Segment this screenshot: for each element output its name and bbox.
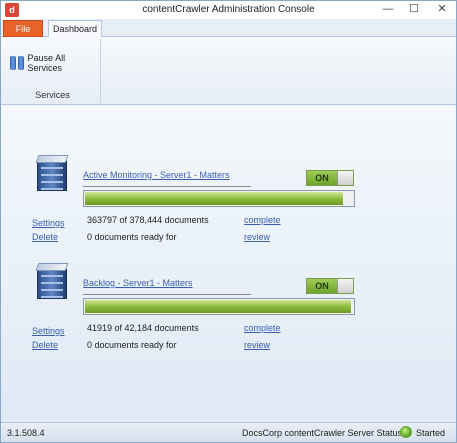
pause-all-services-label: Pause All Services <box>27 53 66 73</box>
progress-fill <box>85 192 343 205</box>
tab-dashboard[interactable]: Dashboard <box>48 20 102 38</box>
monitor-on-toggle[interactable]: ON <box>306 278 354 294</box>
delete-link[interactable]: Delete <box>32 340 58 350</box>
progress-fill <box>85 300 352 313</box>
monitor-card: Active Monitoring - Server1 - Matters ON… <box>1 155 456 255</box>
ribbon-tabs: File Dashboard <box>1 19 456 38</box>
title-divider <box>83 294 251 295</box>
version-label: 3.1.508.4 <box>7 428 45 438</box>
tab-file[interactable]: File <box>3 20 43 37</box>
delete-link[interactable]: Delete <box>32 232 58 242</box>
complete-link[interactable]: complete <box>244 215 281 225</box>
complete-link[interactable]: complete <box>244 323 281 333</box>
server-status-value: Started <box>416 428 446 438</box>
app-window: d contentCrawler Administration Console … <box>0 0 457 443</box>
toggle-on-label: ON <box>307 171 337 185</box>
pause-all-services-button[interactable]: Pause All Services <box>9 53 100 73</box>
server-icon <box>35 263 69 299</box>
server-status-label: DocsCorp contentCrawler Server Status <box>242 428 403 438</box>
monitor-progress-bar <box>83 190 355 207</box>
monitor-title-link[interactable]: Active Monitoring - Server1 - Matters <box>83 170 230 180</box>
ready-count: 0 documents ready for <box>87 340 177 350</box>
maximize-button[interactable]: ☐ <box>403 1 425 19</box>
review-link[interactable]: review <box>244 232 270 242</box>
close-button[interactable]: ✕ <box>429 1 455 19</box>
pause-icon <box>9 55 25 71</box>
toggle-on-label: ON <box>307 279 337 293</box>
ready-count: 0 documents ready for <box>87 232 177 242</box>
monitor-on-toggle[interactable]: ON <box>306 170 354 186</box>
documents-count: 41919 of 42,184 documents <box>87 323 199 333</box>
server-icon <box>35 155 69 191</box>
dashboard-content: Active Monitoring - Server1 - Matters ON… <box>1 105 456 422</box>
status-bar: 3.1.508.4 DocsCorp contentCrawler Server… <box>1 422 456 442</box>
review-link[interactable]: review <box>244 340 270 350</box>
title-divider <box>83 186 251 187</box>
documents-count: 363797 of 378,444 documents <box>87 215 209 225</box>
minimize-button[interactable]: — <box>377 1 399 19</box>
monitor-progress-bar <box>83 298 355 315</box>
ribbon-group-services: Pause All Services Services <box>4 39 101 103</box>
status-ok-icon <box>400 426 412 438</box>
monitor-title-link[interactable]: Backlog - Server1 - Matters <box>83 278 193 288</box>
toggle-knob <box>337 279 353 293</box>
ribbon-group-label: Services <box>35 90 70 100</box>
settings-link[interactable]: Settings <box>32 218 65 228</box>
title-bar: d contentCrawler Administration Console … <box>1 1 456 19</box>
ribbon-panel: Pause All Services Services <box>1 37 456 105</box>
toggle-knob <box>337 171 353 185</box>
monitor-card: Backlog - Server1 - Matters ON Settings … <box>1 263 456 363</box>
settings-link[interactable]: Settings <box>32 326 65 336</box>
